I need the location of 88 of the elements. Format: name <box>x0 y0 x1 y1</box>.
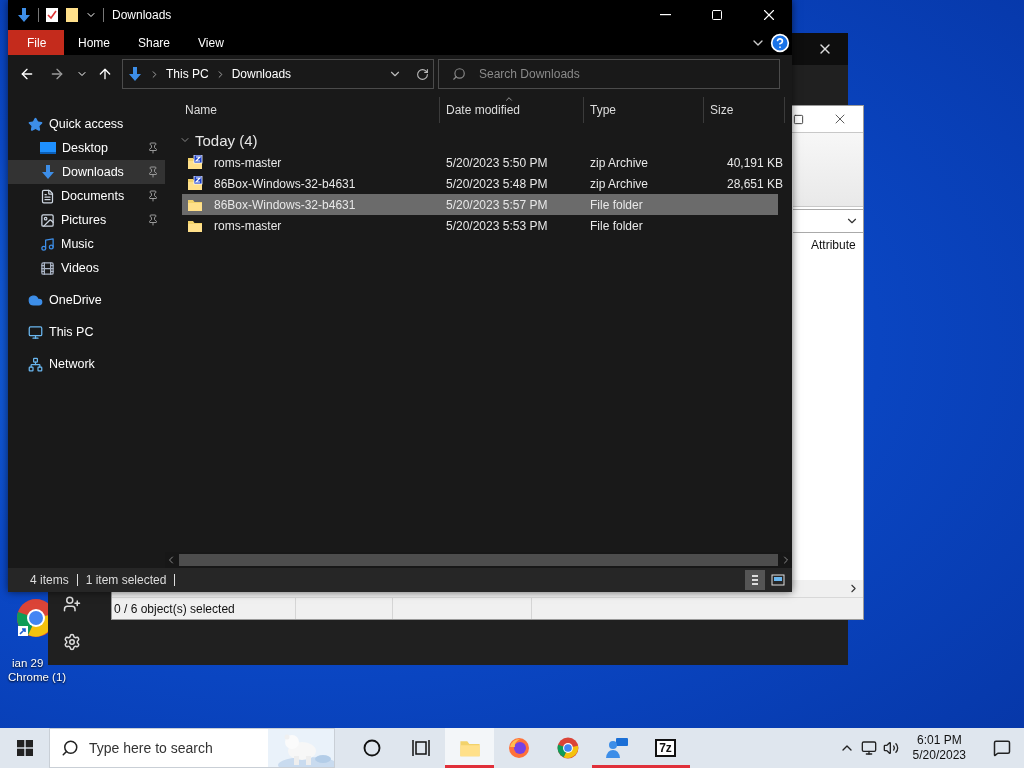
cloud-icon <box>28 292 43 308</box>
tiles-view-icon <box>771 574 785 586</box>
column-header[interactable]: Date modified <box>440 97 584 123</box>
desktop-icon-label: Chrome (1) <box>7 670 67 684</box>
breadcrumb[interactable]: Downloads <box>231 67 292 81</box>
task-view-icon <box>410 739 431 757</box>
nav-item[interactable]: Desktop <box>8 136 165 160</box>
minimize-icon <box>659 14 671 16</box>
download-icon <box>127 66 143 82</box>
search-icon <box>61 739 79 757</box>
download-icon <box>16 7 32 23</box>
document-icon <box>40 188 55 204</box>
chrome-icon <box>556 737 579 759</box>
windows-logo-icon <box>16 740 33 756</box>
nav-item[interactable]: This PC <box>8 320 165 344</box>
scrollbar-thumb[interactable] <box>179 554 778 566</box>
zip-folder-icon <box>187 175 203 192</box>
taskbar-app[interactable]: 7z <box>641 728 690 768</box>
column-header[interactable]: Attribute <box>811 238 863 252</box>
column-header[interactable]: Size <box>704 97 785 123</box>
type-cell-text: File folder <box>589 218 644 233</box>
forward-arrow-icon <box>49 66 65 82</box>
nav-item[interactable]: Pictures <box>8 208 165 232</box>
refresh-icon[interactable] <box>416 67 429 81</box>
type-cell-text: zip Archive <box>589 176 650 191</box>
date-cell-text: 5/20/2023 5:57 PM <box>445 197 549 212</box>
ribbon-tab[interactable]: Share <box>124 30 185 55</box>
file-row[interactable]: 86Box-Windows-32-b4631 5/20/2023 5:57 PM File folder <box>182 194 778 215</box>
file-name: 86Box-Windows-32-b4631 <box>213 176 356 191</box>
nav-item[interactable]: Music <box>8 232 165 256</box>
details-view-button[interactable] <box>745 570 765 590</box>
settings-icon[interactable] <box>62 633 81 651</box>
file-tab[interactable]: File <box>8 30 64 55</box>
nav-item[interactable]: Documents <box>8 184 165 208</box>
maximize-icon <box>711 9 723 21</box>
date-cell-text: 5/20/2023 5:48 PM <box>445 176 549 191</box>
selection-count: 1 item selected <box>77 574 176 586</box>
properties-icon[interactable] <box>45 7 59 23</box>
clock[interactable]: 6:01 PM 5/20/2023 <box>904 733 974 763</box>
search-field[interactable]: Search Downloads <box>438 59 780 89</box>
column-header[interactable]: Type <box>584 97 704 123</box>
address-bar[interactable]: This PC Downloads <box>122 59 434 89</box>
cortana-icon <box>362 739 381 757</box>
add-user-icon[interactable] <box>62 595 81 613</box>
film-icon <box>40 260 55 276</box>
file-name: roms-master <box>213 155 282 170</box>
file-row[interactable]: roms-master 5/20/2023 5:53 PM File folder <box>182 215 778 236</box>
size-cell-text: 28,651 KB <box>725 176 784 191</box>
file-name: 86Box-Windows-32-b4631 <box>213 197 356 212</box>
column-header[interactable]: Name <box>177 97 440 123</box>
download-icon <box>40 164 56 180</box>
date-cell-text: 5/20/2023 5:53 PM <box>445 218 549 233</box>
group-header[interactable]: Today (4) <box>195 131 258 149</box>
file-name: roms-master <box>213 218 282 233</box>
item-count: 4 items <box>22 574 78 586</box>
help-icon[interactable] <box>770 32 790 53</box>
search-icon <box>452 67 466 81</box>
nav-item[interactable]: Videos <box>8 256 165 280</box>
details-view-icon <box>750 574 760 586</box>
type-cell-text: zip Archive <box>589 155 650 170</box>
maximize-icon <box>793 113 804 125</box>
picture-icon <box>40 212 55 228</box>
firefox-icon <box>507 737 530 759</box>
size-cell-text: 40,191 KB <box>725 155 784 170</box>
computer-icon <box>28 324 43 340</box>
network-icon <box>28 356 43 372</box>
star-icon <box>28 116 43 132</box>
folder-icon[interactable] <box>65 7 79 23</box>
network-status-icon[interactable] <box>860 740 877 756</box>
zip-folder-icon <box>187 154 203 171</box>
music-icon <box>40 236 55 252</box>
notification-icon <box>993 739 1011 757</box>
seven-zip-icon: 7z <box>655 739 676 757</box>
volume-icon[interactable] <box>882 740 899 756</box>
people-chat-icon <box>604 737 629 759</box>
date-cell-text: 5/20/2023 5:50 PM <box>445 155 549 170</box>
desktop-icon <box>40 141 56 155</box>
ribbon-tab[interactable]: Home <box>64 30 124 55</box>
window-title: Downloads <box>112 8 173 22</box>
nav-item[interactable]: Downloads <box>8 160 165 184</box>
type-cell-text: File folder <box>589 197 644 212</box>
nav-item[interactable]: OneDrive <box>8 288 165 312</box>
nav-item[interactable]: Network <box>8 352 165 376</box>
nav-item[interactable]: Quick access <box>8 112 165 136</box>
breadcrumb[interactable]: This PC <box>166 67 209 81</box>
ribbon-tab[interactable]: View <box>184 30 238 55</box>
status-text: 0 / 6 object(s) selected <box>112 598 296 619</box>
desktop-icon-label: ian 29 <box>11 656 44 670</box>
